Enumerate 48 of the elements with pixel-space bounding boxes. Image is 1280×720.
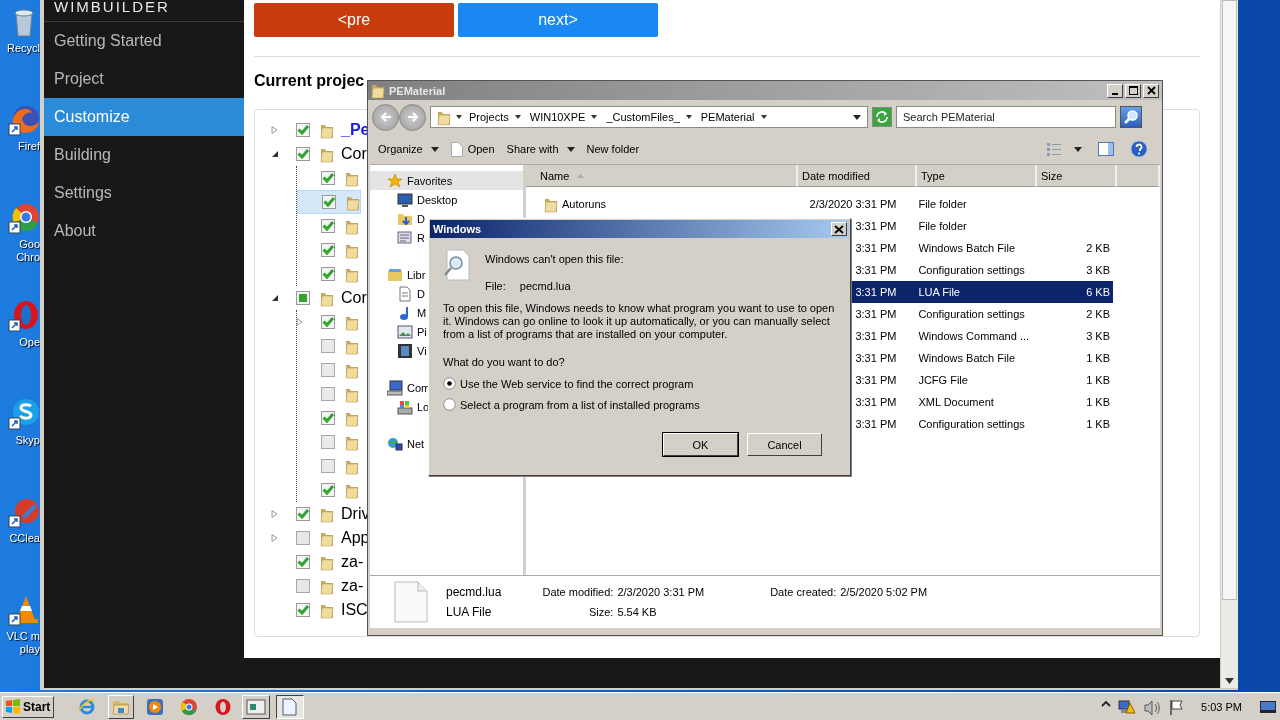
dialog-question: What do you want to do?	[443, 356, 566, 368]
file-size: 6 KB	[1086, 286, 1110, 298]
file-size: 1 KB	[1086, 374, 1110, 386]
detail-label: Date created:	[769, 586, 837, 598]
file-type: File folder	[918, 198, 967, 210]
file-size: 1 KB	[1086, 418, 1110, 430]
file-type: Configuration settings	[918, 418, 1025, 430]
file-date: 3:31 PM	[855, 374, 897, 386]
file-date: 3:31 PM	[855, 220, 897, 232]
file-date: 3:31 PM	[855, 286, 897, 298]
project-label: Current projec	[254, 72, 365, 91]
dialog-heading: Windows can't open this file:	[485, 253, 624, 265]
file-type: Configuration settings	[918, 308, 1025, 320]
file-date: 3:31 PM	[855, 418, 897, 430]
file-type: File folder	[918, 220, 967, 232]
file-date: 3:31 PM	[855, 352, 897, 364]
file-size: 1 KB	[1086, 396, 1110, 408]
detail-value: 2/3/2020 3:31 PM	[617, 586, 705, 598]
app-logo-text: WIMBUILDER	[44, 0, 244, 22]
dialog-title: Windows	[433, 223, 482, 235]
file-type: Windows Batch File	[918, 242, 1015, 254]
detail-label: Size:	[587, 606, 614, 618]
file-size: 2 KB	[1086, 242, 1110, 254]
file-label: File:	[485, 280, 506, 292]
file-size: 1 KB	[1086, 352, 1110, 364]
file-size: 3 KB	[1086, 264, 1110, 276]
dialog-message: To open this file, Windows needs to know what program you want to use to open it. Windows can go online to look it up automatically, or you can manually select from a list of programs that are installed on your computer.	[443, 302, 836, 341]
file-type: Windows Command ...	[918, 330, 1030, 342]
window-title: PEMaterial	[389, 84, 446, 97]
detail-label: Date modified:	[541, 586, 614, 598]
file-type: Windows Batch File	[918, 352, 1015, 364]
file-type: LUA File	[446, 605, 493, 619]
file-name: pecmd.lua	[519, 280, 571, 292]
detail-value: 5.54 KB	[617, 606, 658, 618]
file-type: XML Document	[918, 396, 994, 408]
file-date: 2/3/2020 3:31 PM	[809, 198, 897, 210]
file-type: LUA File	[918, 286, 960, 298]
file-date: 3:31 PM	[855, 242, 897, 254]
file-type: Configuration settings	[918, 264, 1025, 276]
file-size: 2 KB	[1086, 308, 1110, 320]
file-date: 3:31 PM	[855, 396, 897, 408]
detail-value: 2/5/2020 5:02 PM	[840, 586, 928, 598]
file-type: JCFG File	[918, 374, 968, 386]
file-date: 3:31 PM	[855, 264, 897, 276]
file-date: 3:31 PM	[855, 308, 897, 320]
file-name: pecmd.lua	[446, 585, 502, 599]
file-size: 3 KB	[1086, 330, 1110, 342]
file-date: 3:31 PM	[855, 330, 897, 342]
